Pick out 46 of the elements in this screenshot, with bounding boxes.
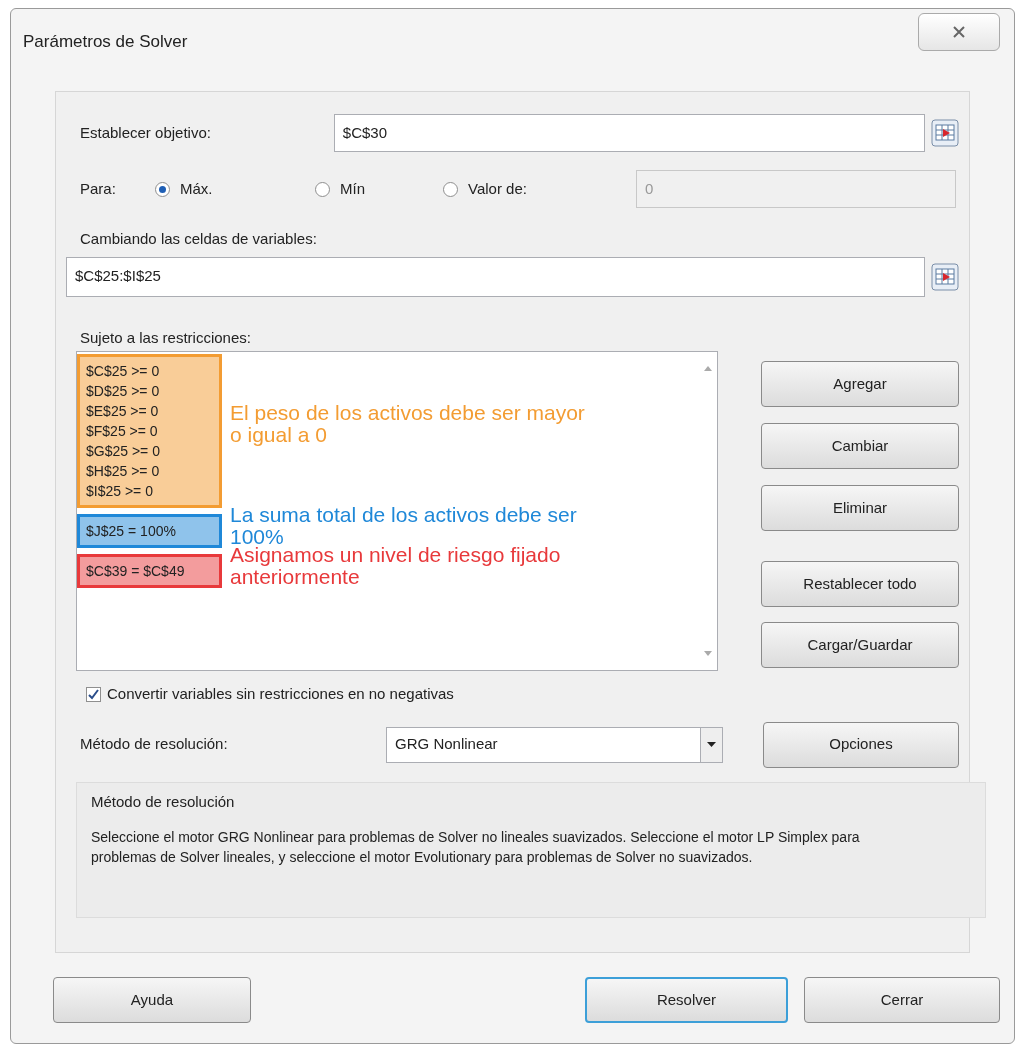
options-button[interactable]: Opciones [762, 721, 959, 768]
constraint-item[interactable]: $E$25 >= 0 [86, 401, 213, 421]
constraint-item[interactable]: $J$25 = 100% [86, 521, 213, 541]
constraint-item[interactable]: $C$25 >= 0 [86, 361, 213, 381]
radio-button[interactable] [443, 181, 458, 197]
constraints-list[interactable] [76, 351, 718, 671]
dialog-button[interactable]: Resolver [585, 977, 788, 1023]
field-label: Cambiando las celdas de variables: [80, 229, 318, 249]
method-dropdown[interactable]: GRG Nonlinear [386, 726, 723, 763]
close-button[interactable] [918, 13, 1000, 51]
scroll-up-icon[interactable] [704, 366, 712, 371]
dialog-button[interactable]: Ayuda [53, 977, 251, 1023]
field-label: Sujeto a las restricciones: [80, 327, 252, 348]
variables-field[interactable]: $C$25:$I$25 [66, 256, 925, 297]
dialog-button[interactable]: Cerrar [804, 977, 1000, 1023]
checkbox-label: Convertir variables sin restricciones en no negativas [107, 684, 454, 704]
radio-label: Valor de: [468, 178, 527, 199]
action-button[interactable]: Restablecer todo [761, 561, 959, 607]
radio-button[interactable] [155, 181, 170, 197]
constraint-item[interactable]: $D$25 >= 0 [86, 381, 213, 401]
description-title: Método de resolución [91, 791, 236, 812]
radio-label: Mín [340, 178, 365, 199]
objective-field[interactable]: $C$30 [333, 114, 925, 152]
description-text: Seleccione el motor GRG Nonlinear para problemas de Solver no lineales suavizados. Seleccione el motor LP Simplex para problemas de Solver lineales, y seleccione el motor Evolutionary para problemas de Solver no suavizados. [91, 828, 861, 867]
action-button[interactable]: Agregar [761, 361, 959, 407]
range-selector-icon[interactable] [931, 119, 959, 147]
action-button[interactable]: Cambiar [761, 423, 959, 469]
field-label: Para: [80, 178, 117, 199]
constraint-item[interactable]: $G$25 >= 0 [86, 441, 213, 461]
close-icon [952, 25, 966, 39]
constraint-item[interactable]: $F$25 >= 0 [86, 421, 213, 441]
constraint-item[interactable]: $H$25 >= 0 [86, 461, 213, 481]
constraint-item[interactable]: $C$39 = $C$49 [86, 561, 213, 581]
action-button[interactable]: Cargar/Guardar [761, 622, 959, 668]
scroll-down-icon[interactable] [704, 651, 712, 656]
annotation-note: El peso de los activos debe ser mayor o igual a 0 [230, 402, 585, 446]
window-title: Parámetros de Solver [23, 31, 188, 53]
caret-icon [706, 742, 716, 747]
radio-button[interactable] [315, 181, 330, 197]
field-label: Método de resolución: [80, 734, 229, 755]
constraint-item[interactable]: $I$25 >= 0 [86, 481, 213, 501]
action-button[interactable]: Eliminar [761, 485, 959, 531]
range-selector-icon[interactable] [931, 262, 959, 291]
field-label: Establecer objetivo: [80, 122, 212, 143]
radio-label: Máx. [180, 178, 213, 199]
checkbox[interactable] [86, 686, 101, 702]
